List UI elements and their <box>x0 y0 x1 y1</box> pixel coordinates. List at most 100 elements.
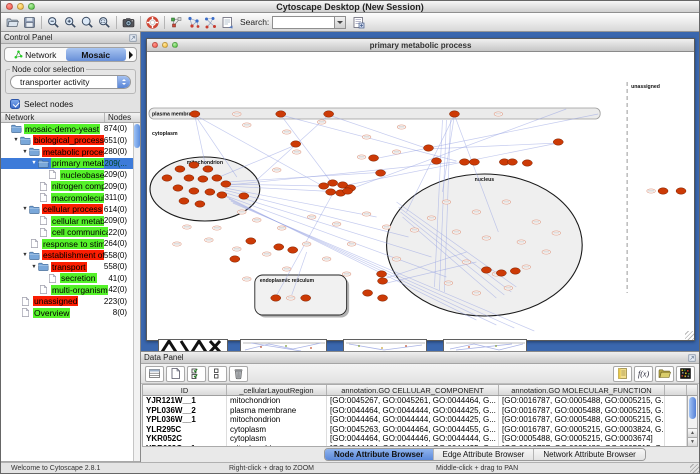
table-row[interactable]: YJR121W__1mitochondrion[GO:0045267, GO:0… <box>143 396 697 406</box>
save-icon[interactable] <box>21 14 38 30</box>
control-panel-title: Control Panel <box>4 33 52 42</box>
network-canvas[interactable]: plasma membranecytoplasm mitochondrion n… <box>147 52 694 340</box>
scroll-up-icon[interactable]: ▲ <box>688 428 697 437</box>
table-row[interactable]: YPL036W__1mitochondrion[GO:0044464, GO:0… <box>143 415 697 425</box>
scroll-down-icon[interactable]: ▼ <box>688 437 697 446</box>
network-desktop: primary metabolic process plasma membran… <box>141 32 699 351</box>
tree-row[interactable]: ▼ cellular process 614(0) <box>1 204 140 216</box>
search-combo <box>272 16 346 29</box>
table-row[interactable]: YLR295Ccytoplasm[GO:0045263, GO:0044464,… <box>143 425 697 435</box>
expand-arrow-icon[interactable]: ▼ <box>21 149 29 155</box>
file-icon <box>47 170 58 179</box>
tab-network-attribute-browser[interactable]: Network Attribute Browser <box>533 449 644 460</box>
tree-row[interactable]: cellular metabo 209(0) <box>1 215 140 227</box>
background-window-fragment[interactable] <box>158 339 228 351</box>
background-window-fragment[interactable] <box>343 339 427 351</box>
tree-row[interactable]: mosaic-demo-yeast 874(0) <box>1 123 140 135</box>
select-attr-icon[interactable] <box>187 366 206 382</box>
tree-scrollbar[interactable] <box>133 123 140 461</box>
tree-row[interactable]: ▼ transport 558(0) <box>1 261 140 273</box>
attr-notes-icon[interactable] <box>613 366 632 382</box>
tree-row[interactable]: macromolecule 311(0) <box>1 192 140 204</box>
help-ring-icon[interactable] <box>144 14 161 30</box>
tree-row[interactable]: unassigned 223(0) <box>1 296 140 308</box>
tree-row[interactable]: Overview 8(0) <box>1 307 140 319</box>
tree-row[interactable]: multi-organism pro 42(0) <box>1 284 140 296</box>
tree-scrollbar-thumb[interactable] <box>134 124 140 148</box>
table-row[interactable]: YPL036W__2plasma membrane[GO:0044464, GO… <box>143 406 697 416</box>
column-header[interactable]: ID <box>143 385 227 395</box>
tree-row-label: Overview <box>33 308 70 318</box>
tree-row-label: response to stimulu <box>42 239 104 249</box>
background-window-fragment[interactable] <box>443 339 527 351</box>
tree-row[interactable]: ▼ biological_process 651(0) <box>1 135 140 147</box>
open-file-icon[interactable] <box>4 14 21 30</box>
annotation-doc-icon[interactable] <box>219 14 236 30</box>
zoom-out-icon[interactable] <box>45 14 62 30</box>
network-layout-a-icon[interactable] <box>168 14 185 30</box>
tree-row[interactable]: ▼ establishment of lo 558(0) <box>1 250 140 262</box>
attr-matrix-icon[interactable] <box>676 366 695 382</box>
nodes-column-header[interactable]: Nodes <box>104 113 140 122</box>
tab-network[interactable]: Network <box>5 48 66 61</box>
tree-row[interactable]: secretion 41(0) <box>1 273 140 285</box>
control-panel: Control Panel Network Mosaic Node color … <box>1 32 141 462</box>
import-attributes-icon[interactable] <box>350 14 367 30</box>
tree-row-count: 311(0) <box>104 193 133 202</box>
tree-row[interactable]: ▼ primary metabo 209(... <box>1 158 140 170</box>
zoom-fit-icon[interactable] <box>79 14 96 30</box>
tree-row[interactable]: nucleobase- 209(0) <box>1 169 140 181</box>
more-tabs-arrow-icon[interactable] <box>126 51 136 59</box>
tree-row[interactable]: ▼ metabolic process 280(0) <box>1 146 140 158</box>
window-resize-grip[interactable] <box>690 464 699 473</box>
attr-grid-icon[interactable] <box>145 366 164 382</box>
network-layout-b-icon[interactable] <box>185 14 202 30</box>
tree-row[interactable]: response to stimulu 264(0) <box>1 238 140 250</box>
node-color-dropdown[interactable]: transporter activity <box>10 75 131 89</box>
expand-arrow-icon[interactable]: ▼ <box>12 137 20 143</box>
expand-arrow-icon[interactable]: ▼ <box>21 252 29 258</box>
select-nodes-checkbox[interactable] <box>10 99 20 109</box>
tab-node-attribute-browser[interactable]: Node Attribute Browser <box>325 449 433 460</box>
svg-text:nucleus: nucleus <box>475 177 495 183</box>
zoom-selected-icon[interactable] <box>96 14 113 30</box>
table-scrollbar-thumb[interactable] <box>689 397 696 419</box>
network-window-titlebar[interactable]: primary metabolic process <box>147 39 694 52</box>
search-input[interactable] <box>272 16 334 29</box>
network-column-header[interactable]: Network <box>1 113 104 122</box>
tree-row-count: 558(0) <box>104 262 133 271</box>
attr-load-icon[interactable] <box>655 366 674 382</box>
snapshot-icon[interactable] <box>120 14 137 30</box>
float-panel-icon[interactable] <box>688 354 696 362</box>
tree-row[interactable]: nitrogen compo 209(0) <box>1 181 140 193</box>
column-header[interactable]: _cellularLayoutRegion <box>227 385 327 395</box>
tab-edge-attribute-browser[interactable]: Edge Attribute Browser <box>433 449 534 460</box>
expand-arrow-icon[interactable]: ▼ <box>21 206 29 212</box>
tree-row-count: 558(0) <box>104 251 133 260</box>
expand-arrow-icon[interactable]: ▼ <box>30 160 38 166</box>
network-layout-c-icon[interactable] <box>202 14 219 30</box>
delete-attr-icon[interactable] <box>229 366 248 382</box>
tree-row-label: secretion <box>60 273 97 283</box>
column-header[interactable]: annotation.GO CELLULAR_COMPONENT <box>327 385 499 395</box>
column-header[interactable]: annotation.GO MOLECULAR_FUNCTION <box>499 385 665 395</box>
network-view-window[interactable]: primary metabolic process plasma membran… <box>146 38 695 341</box>
tree-row-count: 209(... <box>104 159 133 168</box>
background-window-fragment[interactable] <box>240 339 327 351</box>
new-attr-icon[interactable] <box>166 366 185 382</box>
attr-fx-icon[interactable] <box>634 366 653 382</box>
table-row[interactable]: YKR052Ccytoplasm[GO:0044464, GO:0044446,… <box>143 434 697 444</box>
zoom-in-icon[interactable] <box>62 14 79 30</box>
table-scrollbar[interactable]: ▲ ▼ <box>687 396 697 446</box>
table-row[interactable]: YDR039C__1mitochondrion[GO:0044464, GO:0… <box>143 444 697 447</box>
float-panel-icon[interactable] <box>129 34 137 42</box>
unselect-attr-icon[interactable] <box>208 366 227 382</box>
control-panel-header: Control Panel <box>1 32 140 44</box>
tree-row[interactable]: cell communicat 22(0) <box>1 227 140 239</box>
search-dropdown-icon[interactable] <box>334 16 346 29</box>
tab-mosaic[interactable]: Mosaic <box>66 48 127 61</box>
window-titlebar[interactable]: Cytoscape Desktop (New Session) <box>1 1 699 13</box>
search-label: Search: <box>240 17 269 27</box>
canvas-resize-grip[interactable] <box>685 331 694 340</box>
expand-arrow-icon[interactable]: ▼ <box>30 264 38 270</box>
